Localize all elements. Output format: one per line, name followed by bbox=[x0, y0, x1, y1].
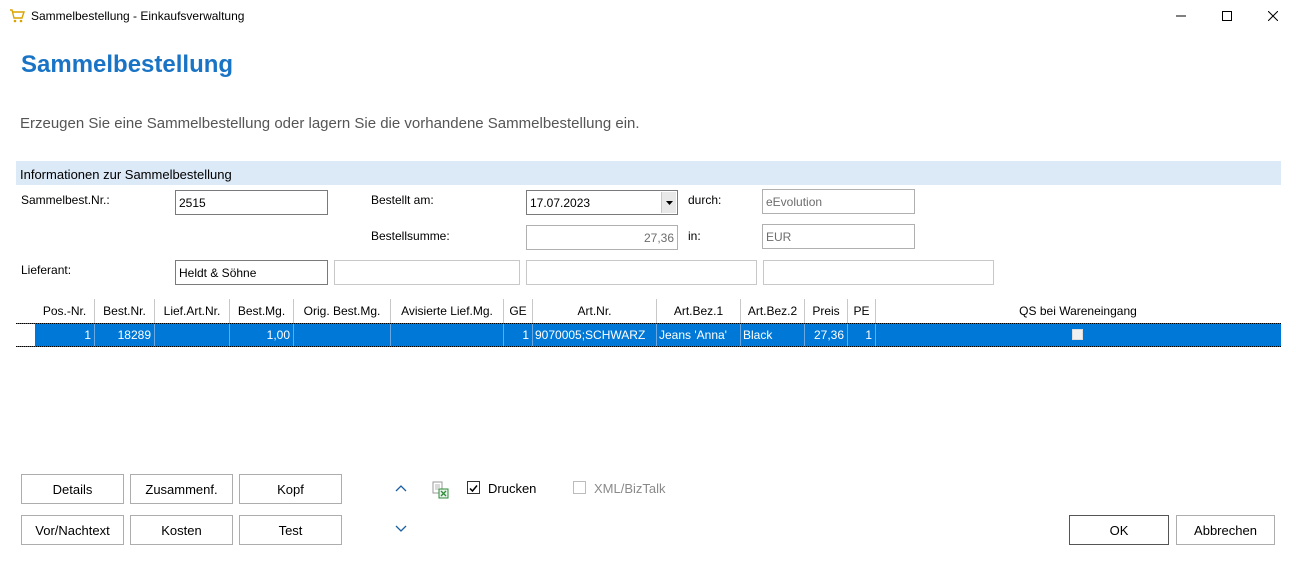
excel-export-icon[interactable] bbox=[432, 481, 450, 499]
column-header[interactable]: Pos.-Nr. bbox=[35, 299, 95, 323]
column-header[interactable]: Preis bbox=[805, 299, 848, 323]
page-title: Sammelbestellung bbox=[21, 51, 234, 78]
column-header[interactable]: GE bbox=[504, 299, 533, 323]
shopping-cart-icon bbox=[9, 8, 25, 24]
cell-preis[interactable]: 27,36 bbox=[805, 324, 848, 346]
minimize-button[interactable] bbox=[1158, 0, 1204, 32]
sammelbest-nr-field[interactable]: 2515 bbox=[175, 190, 328, 215]
zusammenf-button[interactable]: Zusammenf. bbox=[130, 474, 233, 504]
maximize-button[interactable] bbox=[1204, 0, 1250, 32]
bestellsumme-label: Bestellsumme: bbox=[371, 229, 450, 243]
lieferant-name3-field bbox=[526, 260, 757, 285]
lieferant-name2-field bbox=[334, 260, 520, 285]
column-header[interactable]: Art.Nr. bbox=[533, 299, 657, 323]
cell-avisierte-lief-mg[interactable] bbox=[391, 324, 504, 346]
currency-field: EUR bbox=[762, 224, 915, 249]
abbrechen-button[interactable]: Abbrechen bbox=[1176, 515, 1275, 545]
grid-header: Pos.-Nr. Best.Nr. Lief.Art.Nr. Best.Mg. … bbox=[16, 299, 1281, 323]
cell-art-bez2[interactable]: Black bbox=[741, 324, 805, 346]
kosten-button[interactable]: Kosten bbox=[130, 515, 233, 545]
cell-orig-best-mg[interactable] bbox=[294, 324, 391, 346]
column-header[interactable]: Art.Bez.1 bbox=[657, 299, 741, 323]
column-header[interactable]: Best.Mg. bbox=[230, 299, 294, 323]
test-button[interactable]: Test bbox=[239, 515, 342, 545]
vor-nachtext-button[interactable]: Vor/Nachtext bbox=[21, 515, 124, 545]
minimize-icon bbox=[1176, 15, 1186, 17]
bestellt-am-label: Bestellt am: bbox=[371, 193, 434, 207]
bestellt-am-datepicker[interactable]: 17.07.2023 bbox=[526, 190, 678, 215]
column-header[interactable]: Art.Bez.2 bbox=[741, 299, 805, 323]
cell-ge[interactable]: 1 bbox=[504, 324, 533, 346]
bestellt-am-value: 17.07.2023 bbox=[530, 196, 591, 210]
move-up-icon[interactable] bbox=[395, 480, 409, 494]
cell-best-nr[interactable]: 18289 bbox=[95, 324, 155, 346]
bestellsumme-field: 27,36 bbox=[526, 225, 678, 250]
column-header[interactable]: Best.Nr. bbox=[95, 299, 155, 323]
lieferant-field[interactable]: Heldt & Söhne bbox=[175, 260, 328, 285]
column-header[interactable]: Avisierte Lief.Mg. bbox=[391, 299, 504, 323]
cell-pe[interactable]: 1 bbox=[848, 324, 876, 346]
chevron-down-icon[interactable] bbox=[661, 192, 676, 213]
xml-biztalk-checkbox bbox=[573, 481, 586, 494]
kopf-button[interactable]: Kopf bbox=[239, 474, 342, 504]
qs-checkbox[interactable] bbox=[1072, 329, 1083, 340]
checkmark-icon bbox=[469, 485, 478, 493]
column-header[interactable]: PE bbox=[848, 299, 876, 323]
cell-lief-art-nr[interactable] bbox=[155, 324, 230, 346]
close-icon bbox=[1268, 11, 1278, 21]
window-title: Sammelbestellung - Einkaufsverwaltung bbox=[31, 9, 245, 23]
move-down-icon[interactable] bbox=[395, 521, 409, 535]
lieferant-name4-field bbox=[763, 260, 994, 285]
in-label: in: bbox=[688, 229, 701, 243]
page-subtitle: Erzeugen Sie eine Sammelbestellung oder … bbox=[20, 115, 640, 132]
cell-pos-nr[interactable]: 1 bbox=[35, 324, 95, 346]
title-bar: Sammelbestellung - Einkaufsverwaltung bbox=[0, 0, 1296, 32]
xml-biztalk-label: XML/BizTalk bbox=[594, 481, 666, 496]
lieferant-label: Lieferant: bbox=[21, 263, 72, 277]
maximize-icon bbox=[1222, 11, 1232, 21]
cell-best-mg[interactable]: 1,00 bbox=[230, 324, 294, 346]
close-button[interactable] bbox=[1250, 0, 1296, 32]
drucken-label[interactable]: Drucken bbox=[488, 481, 536, 496]
table-row[interactable]: 1 18289 1,00 1 9070005;SCHWARZ Jeans 'An… bbox=[16, 323, 1281, 347]
column-header[interactable]: QS bei Wareneingang bbox=[876, 299, 1280, 323]
column-header[interactable]: Lief.Art.Nr. bbox=[155, 299, 230, 323]
details-button[interactable]: Details bbox=[21, 474, 124, 504]
row-indicator[interactable] bbox=[16, 324, 35, 346]
durch-label: durch: bbox=[688, 193, 722, 207]
drucken-checkbox[interactable] bbox=[467, 481, 480, 494]
sammelbest-nr-label: Sammelbest.Nr.: bbox=[21, 193, 110, 207]
cell-qs[interactable] bbox=[876, 324, 1280, 346]
column-header[interactable]: Orig. Best.Mg. bbox=[294, 299, 391, 323]
cell-art-nr[interactable]: 9070005;SCHWARZ bbox=[533, 324, 657, 346]
section-header: Informationen zur Sammelbestellung bbox=[16, 161, 1281, 185]
ok-button[interactable]: OK bbox=[1069, 515, 1169, 545]
durch-field: eEvolution bbox=[762, 189, 915, 214]
order-grid[interactable]: Pos.-Nr. Best.Nr. Lief.Art.Nr. Best.Mg. … bbox=[16, 299, 1281, 351]
cell-art-bez1[interactable]: Jeans 'Anna' bbox=[657, 324, 741, 346]
